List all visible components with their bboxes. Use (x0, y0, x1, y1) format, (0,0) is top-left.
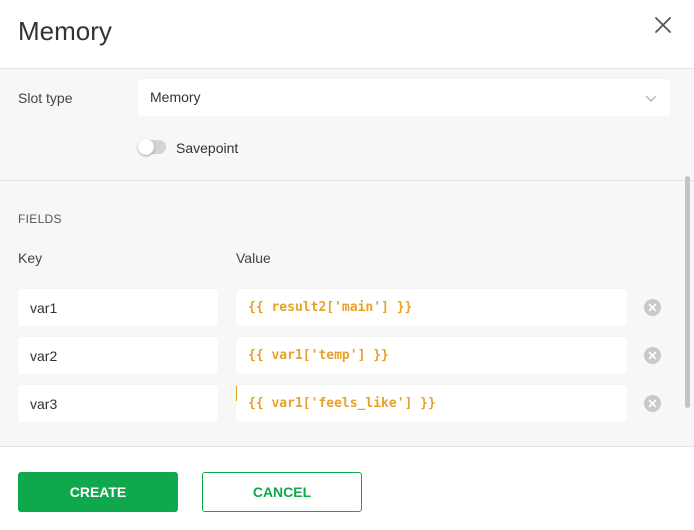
slot-settings-section: Slot type Memory Savepoint (0, 69, 694, 181)
savepoint-toggle-knob (138, 139, 154, 155)
savepoint-toggle[interactable] (138, 139, 166, 155)
chevron-down-icon (645, 95, 657, 102)
text-cursor (236, 386, 237, 401)
field-key-input[interactable]: var1 (18, 289, 218, 326)
value-column-header: Value (236, 250, 271, 266)
scrollbar-thumb[interactable] (685, 176, 690, 408)
field-value-input[interactable]: {{ var1['feels_like'] }} (236, 385, 627, 422)
field-key-input[interactable]: var3 (18, 385, 218, 422)
field-row: var3 {{ var1['feels_like'] }} (0, 385, 694, 423)
field-value-text: {{ result2['main'] }} (248, 300, 413, 315)
remove-icon (648, 303, 657, 312)
remove-field-button[interactable] (644, 347, 661, 364)
slot-type-select[interactable]: Memory (138, 79, 670, 116)
field-value-input[interactable]: {{ result2['main'] }} (236, 289, 627, 326)
field-value-input[interactable]: {{ var1['temp'] }} (236, 337, 627, 374)
field-key-input[interactable]: var2 (18, 337, 218, 374)
slot-type-label: Slot type (18, 90, 73, 106)
field-value-text: {{ var1['temp'] }} (248, 348, 389, 363)
fields-title: FIELDS (18, 212, 62, 226)
create-button[interactable]: CREATE (18, 472, 178, 512)
slot-type-value: Memory (150, 89, 201, 105)
field-row: var2 {{ var1['temp'] }} (0, 337, 694, 375)
dialog-header: Memory (0, 0, 694, 69)
key-column-header: Key (18, 250, 43, 266)
dialog-title: Memory (18, 16, 112, 46)
savepoint-label: Savepoint (176, 140, 239, 156)
field-key-text: var1 (30, 300, 58, 316)
field-key-text: var2 (30, 348, 58, 364)
field-value-text: {{ var1['feels_like'] }} (248, 396, 436, 411)
field-row: var1 {{ result2['main'] }} (0, 289, 694, 327)
cancel-button[interactable]: CANCEL (202, 472, 362, 512)
remove-icon (648, 399, 657, 408)
remove-field-button[interactable] (644, 299, 661, 316)
close-button[interactable] (650, 12, 678, 40)
field-key-text: var3 (30, 396, 58, 412)
fields-section: FIELDS Key Value var1 {{ result2['main']… (0, 181, 694, 447)
remove-icon (648, 351, 657, 360)
dialog-footer: CREATE CANCEL (0, 448, 694, 530)
close-icon (655, 17, 671, 33)
remove-field-button[interactable] (644, 395, 661, 412)
